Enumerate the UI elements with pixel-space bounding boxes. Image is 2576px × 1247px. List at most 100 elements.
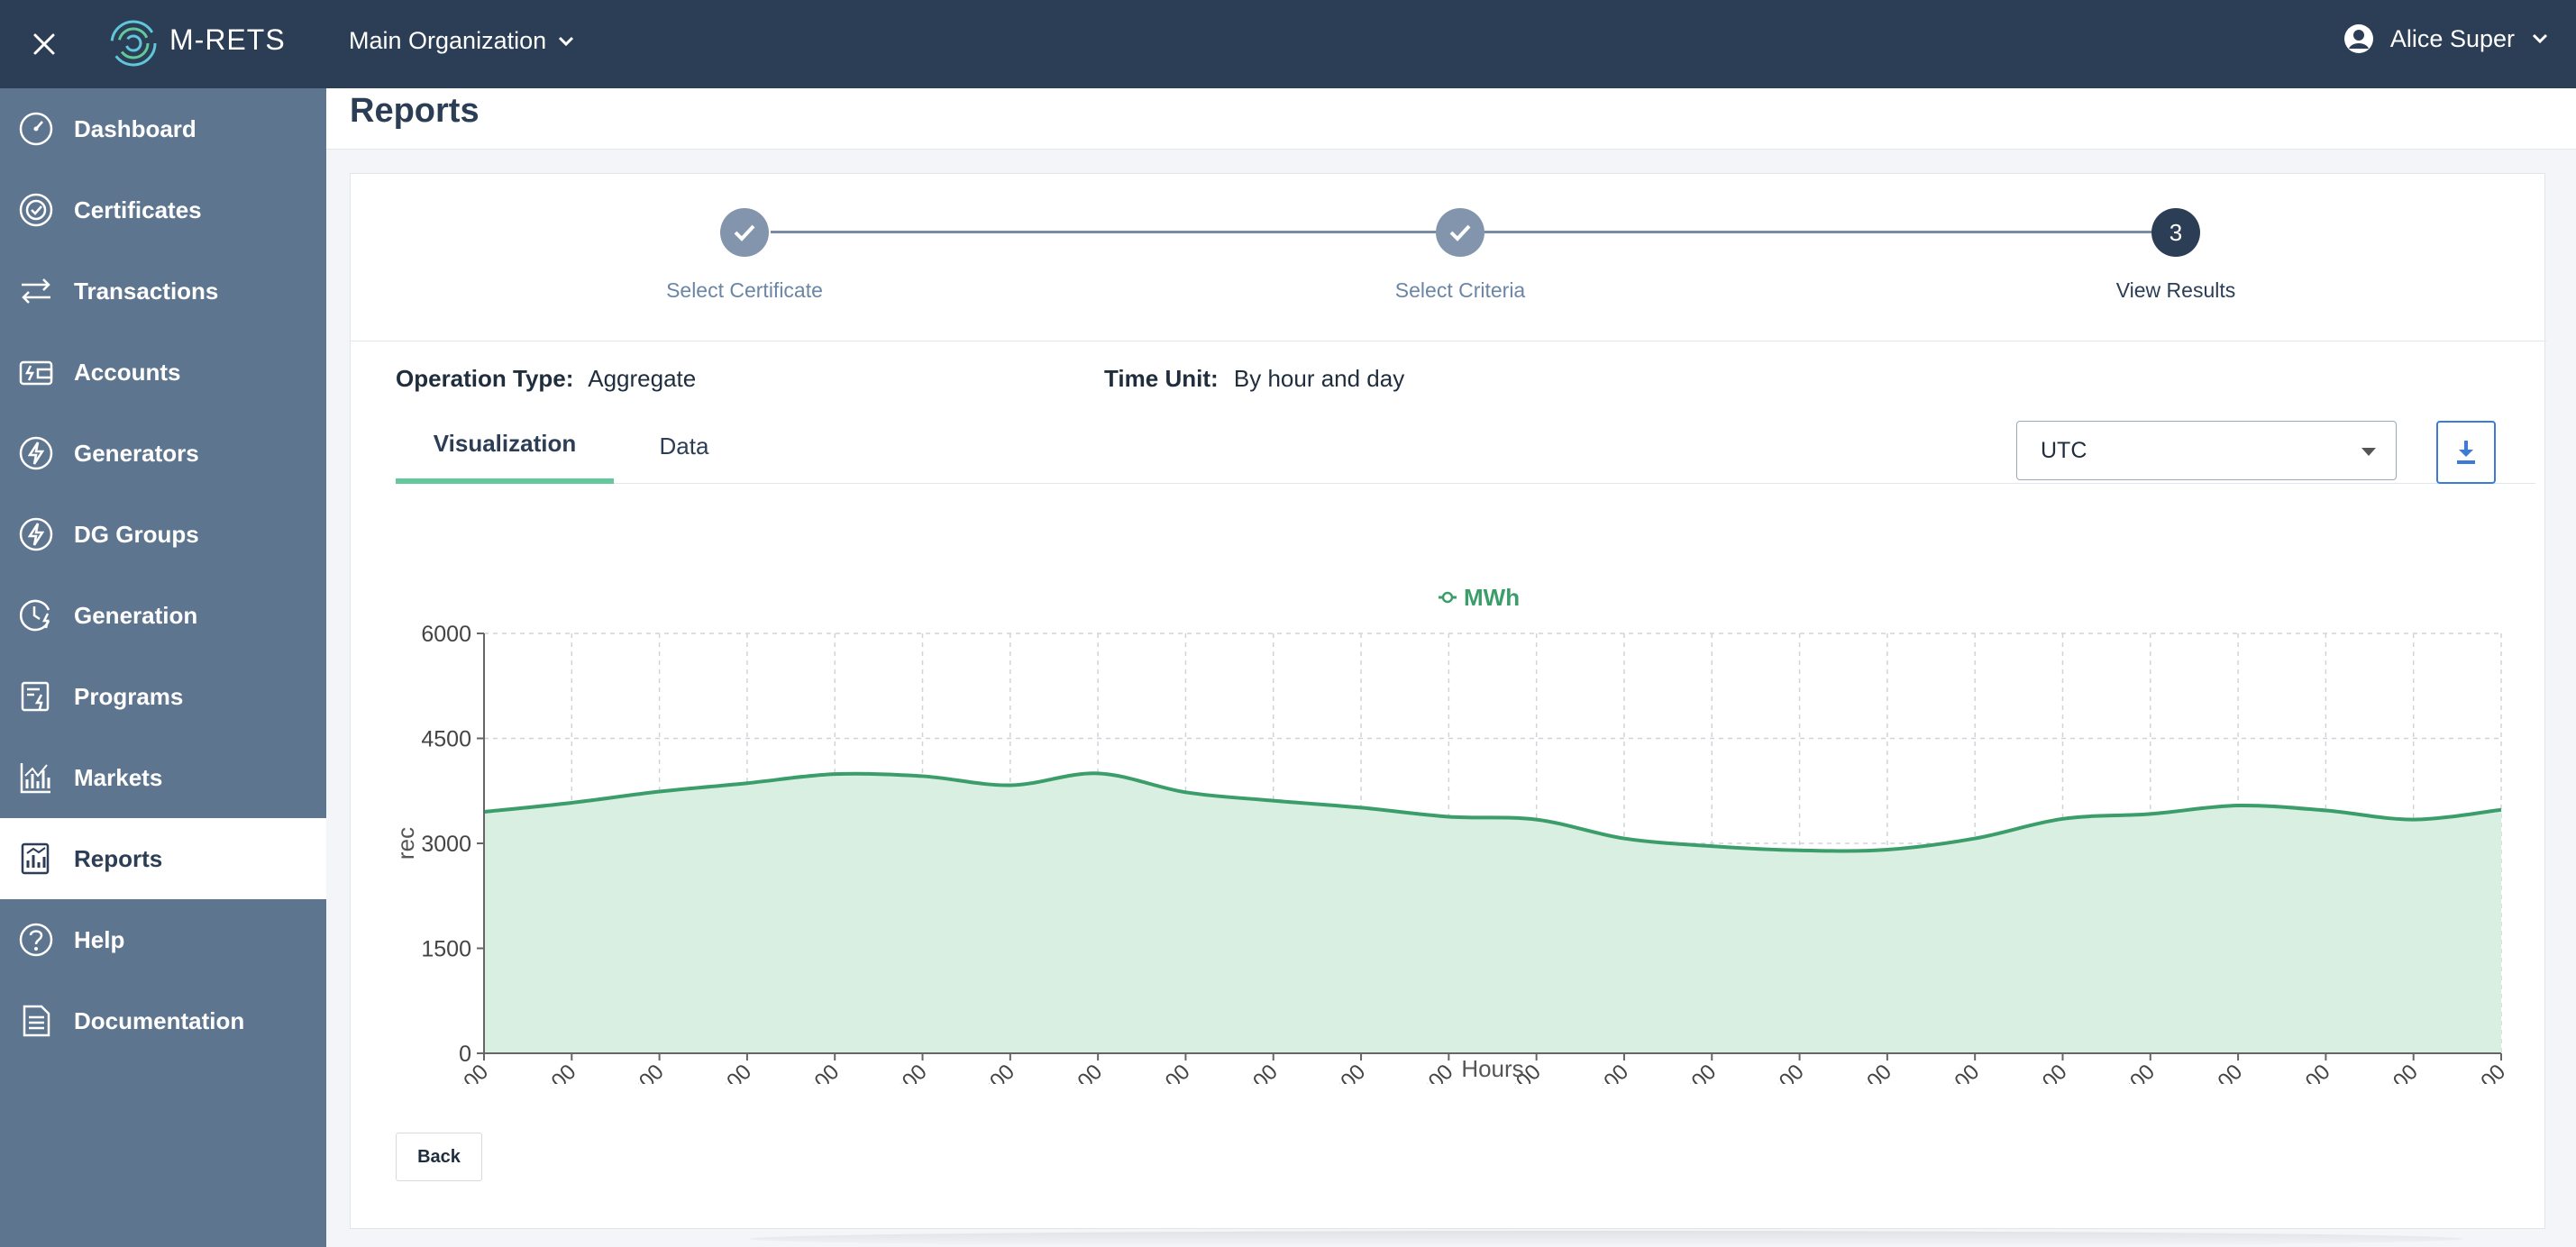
report-card: Select Certificate Select Criteria 3 Vie… — [350, 173, 2546, 1229]
user-avatar-icon — [2343, 24, 2373, 53]
sidebar-item-accounts[interactable]: Accounts — [0, 332, 326, 413]
sidebar-item-help[interactable]: Help — [0, 899, 326, 980]
x-tick-label: 05:00 — [876, 1060, 932, 1084]
area-chart: 0150030004500600000:0001:0002:0003:0004:… — [392, 584, 2511, 1115]
check-icon — [1449, 224, 1471, 241]
bolt-icon — [16, 433, 56, 473]
certificate-icon — [16, 190, 56, 230]
step-3-label: View Results — [2115, 278, 2236, 302]
sidebar-item-programs[interactable]: Programs — [0, 656, 326, 737]
x-tick-label: 19:00 — [2104, 1060, 2160, 1084]
sidebar-item-label: DG Groups — [74, 520, 199, 548]
operation-type-value: Aggregate — [588, 365, 697, 392]
sidebar-item-label: Documentation — [74, 1006, 245, 1034]
sidebar-item-label: Programs — [74, 682, 184, 710]
brand-name: M-RETS — [169, 23, 286, 56]
user-name: Alice Super — [2389, 24, 2515, 52]
step-1-circle — [720, 208, 769, 257]
organization-switcher[interactable]: Main Organization — [349, 27, 575, 55]
top-bar: M-RETS Main Organization Alice Super — [0, 0, 2576, 88]
operation-type-label: Operation Type: — [396, 365, 574, 392]
x-tick-label: 17:00 — [1929, 1060, 1985, 1084]
x-tick-label: 20:00 — [2192, 1060, 2248, 1084]
close-icon[interactable] — [22, 22, 67, 67]
x-axis-label: Hours — [1461, 1055, 1523, 1082]
user-menu[interactable]: Alice Super — [2343, 23, 2549, 54]
step-2-label: Select Criteria — [1394, 278, 1526, 302]
step-1-label: Select Certificate — [666, 278, 823, 302]
step-3-number: 3 — [2169, 218, 2183, 246]
sidebar-item-label: Certificates — [74, 196, 202, 223]
page-title: Reports — [350, 92, 480, 130]
stepper: Select Certificate Select Criteria 3 Vie… — [351, 174, 2546, 341]
x-tick-label: 16:00 — [1841, 1060, 1897, 1084]
sidebar-item-transactions[interactable]: Transactions — [0, 250, 326, 332]
x-tick-label: 23:00 — [2455, 1060, 2511, 1084]
report-icon — [16, 839, 56, 878]
time-unit-label: Time Unit: — [1104, 365, 1219, 392]
document-icon — [16, 1001, 56, 1041]
chevron-down-icon — [559, 36, 574, 46]
bolt-icon — [16, 514, 56, 554]
download-icon — [2457, 441, 2475, 464]
document-bolt-icon — [16, 677, 56, 716]
sidebar: Dashboard Certificates Transactions Acco… — [0, 88, 326, 1247]
back-button[interactable]: Back — [396, 1133, 482, 1181]
sidebar-item-label: Reports — [74, 844, 163, 872]
wallet-icon — [16, 352, 56, 392]
x-tick-label: 14:00 — [1666, 1060, 1722, 1084]
x-tick-label: 06:00 — [964, 1060, 1020, 1084]
y-tick-label: 0 — [459, 1042, 471, 1067]
sidebar-item-generators[interactable]: Generators — [0, 413, 326, 494]
sidebar-item-generation[interactable]: Generation — [0, 575, 326, 656]
x-tick-label: 21:00 — [2279, 1060, 2335, 1084]
series-area-mwh — [484, 773, 2501, 1053]
organization-name: Main Organization — [349, 27, 547, 54]
sidebar-item-label: Generation — [74, 601, 198, 629]
transfer-icon — [16, 271, 56, 311]
step-2-circle — [1436, 208, 1484, 257]
sidebar-item-dashboard[interactable]: Dashboard — [0, 88, 326, 169]
m-rets-logo-icon — [110, 20, 157, 67]
x-tick-label: 07:00 — [1052, 1060, 1108, 1084]
timezone-value: UTC — [2041, 437, 2087, 463]
clock-bolt-icon — [16, 596, 56, 635]
sidebar-item-reports[interactable]: Reports — [0, 818, 326, 899]
sidebar-item-label: Help — [74, 925, 125, 953]
check-icon — [734, 224, 755, 241]
x-tick-label: 11:00 — [1403, 1060, 1457, 1084]
y-tick-label: 1500 — [421, 937, 471, 962]
x-tick-label: 22:00 — [2367, 1060, 2423, 1084]
main-content: Reports Select Certificate Select Criter… — [326, 88, 2576, 1247]
sidebar-item-certificates[interactable]: Certificates — [0, 169, 326, 250]
x-tick-label: 10:00 — [1315, 1060, 1371, 1084]
footer-shadow — [750, 1231, 2462, 1247]
chevron-down-icon — [2532, 33, 2548, 44]
x-tick-label: 02:00 — [613, 1060, 669, 1084]
sidebar-item-markets[interactable]: Markets — [0, 737, 326, 818]
tab-data[interactable]: Data — [628, 408, 740, 484]
download-button[interactable] — [2436, 421, 2496, 484]
sidebar-item-label: Markets — [74, 763, 163, 791]
legend-marker — [1441, 591, 1454, 604]
tab-visualization[interactable]: Visualization — [396, 408, 614, 484]
dashboard-icon — [16, 109, 56, 149]
time-unit-value: By hour and day — [1233, 365, 1405, 392]
sidebar-item-label: Generators — [74, 439, 199, 467]
x-tick-label: 15:00 — [1753, 1060, 1809, 1084]
timezone-select[interactable]: UTC — [2016, 421, 2397, 480]
step-3-circle: 3 — [2151, 208, 2200, 257]
legend-label: MWh — [1464, 584, 1520, 611]
sidebar-item-dg-groups[interactable]: DG Groups — [0, 494, 326, 575]
sidebar-item-documentation[interactable]: Documentation — [0, 980, 326, 1061]
x-tick-label: 08:00 — [1139, 1060, 1195, 1084]
sidebar-item-label: Dashboard — [74, 114, 196, 142]
y-tick-label: 4500 — [421, 727, 471, 752]
y-tick-label: 3000 — [421, 832, 471, 857]
chart-container: 0150030004500600000:0001:0002:0003:0004:… — [351, 507, 2546, 1115]
caret-down-icon — [2361, 448, 2376, 456]
x-tick-label: 01:00 — [525, 1060, 581, 1084]
step-connector — [1484, 231, 2151, 233]
step-connector — [771, 231, 1436, 233]
operation-type: Operation Type: Aggregate — [396, 365, 696, 393]
